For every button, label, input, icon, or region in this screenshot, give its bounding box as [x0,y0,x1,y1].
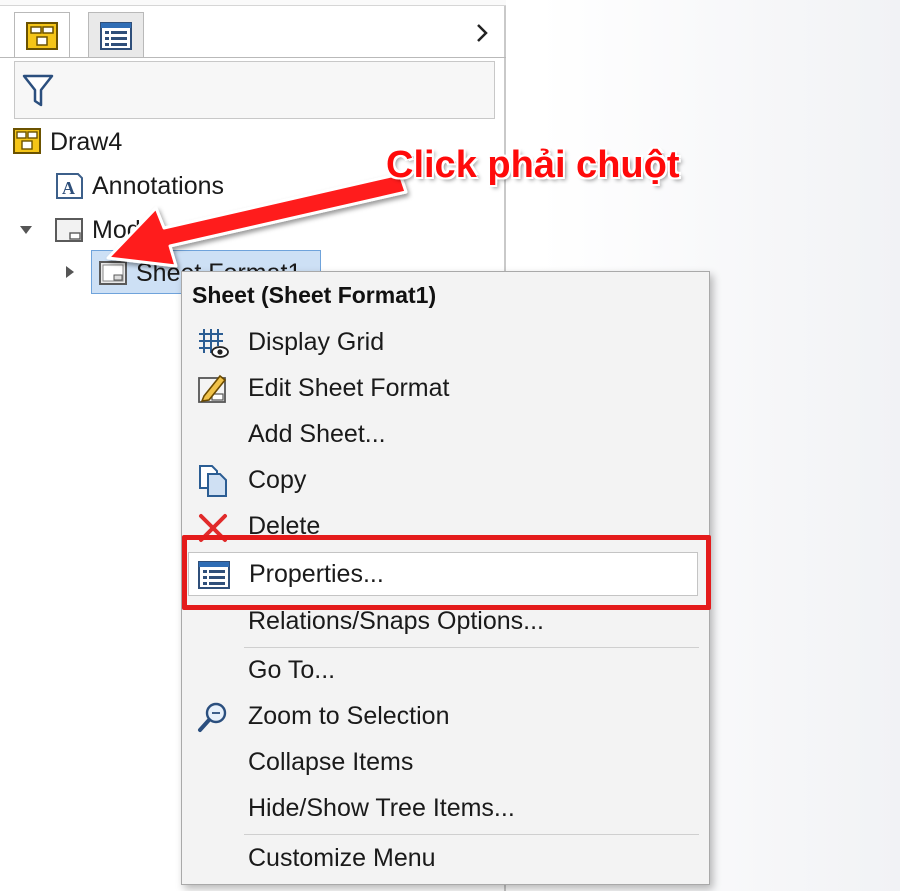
context-menu-title: Sheet (Sheet Format1) [192,282,437,308]
collapse-toggle[interactable] [18,222,34,238]
annotations-icon: A [56,173,83,199]
highlight-box [182,535,711,610]
menu-item-go-to[interactable]: Go To... [188,649,700,691]
menu-item-label: Display Grid [248,328,385,356]
menu-item-copy[interactable]: Copy [188,459,700,501]
sheet-icon [55,218,83,242]
svg-text:A: A [62,178,75,198]
expand-toggle[interactable] [62,264,78,280]
menu-separator [244,834,699,835]
menu-item-add-sheet[interactable]: Add Sheet... [188,413,700,455]
feature-manager-tab[interactable] [14,12,70,58]
menu-item-customize-menu[interactable]: Customize Menu [188,837,700,879]
menu-item-edit-sheet-format[interactable]: Edit Sheet Format [188,367,700,409]
panel-top-border [0,0,506,6]
caret-right-icon [66,266,74,278]
menu-item-hide-show-tree-items[interactable]: Hide/Show Tree Items... [188,787,700,829]
caret-down-icon [20,226,32,234]
edit-sheet-format-icon [198,374,227,403]
menu-item-label: Add Sheet... [248,420,386,448]
menu-item-display-grid[interactable]: Display Grid [188,321,700,363]
menu-item-label: Hide/Show Tree Items... [248,794,515,822]
annotation-label: Click phải chuột [386,144,680,186]
expand-panel-button[interactable] [470,18,494,48]
tab-strip-border [0,57,506,58]
filter-box[interactable] [14,61,495,119]
property-list-icon [100,21,132,50]
menu-item-zoom-to-selection[interactable]: Zoom to Selection [188,695,700,737]
filter-icon [22,74,54,107]
feature-tree-icon [26,21,58,50]
menu-item-label: Copy [248,466,307,494]
menu-item-label: Customize Menu [248,844,436,872]
display-grid-icon [199,329,229,358]
annotation-arrow [106,172,408,268]
zoom-to-selection-icon [198,702,227,732]
drawing-icon [13,128,41,154]
chevron-right-icon [477,24,488,42]
menu-item-label: Zoom to Selection [248,702,450,730]
menu-item-label: Go To... [248,656,336,684]
copy-icon [199,465,227,497]
menu-item-label: Relations/Snaps Options... [248,607,544,635]
menu-item-label: Edit Sheet Format [248,374,450,402]
menu-item-collapse-items[interactable]: Collapse Items [188,741,700,783]
menu-item-label: Collapse Items [248,748,414,776]
property-manager-tab[interactable] [88,12,144,58]
menu-separator [244,647,699,648]
